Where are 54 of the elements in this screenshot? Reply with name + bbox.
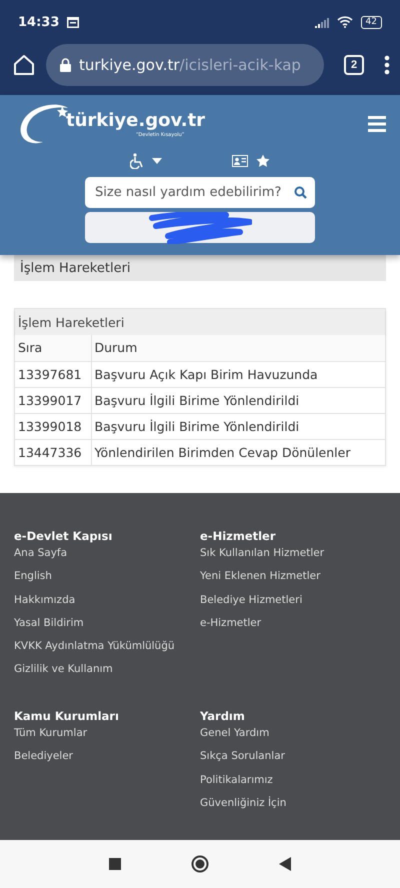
- star-icon[interactable]: [256, 154, 270, 168]
- column-header: Sıra: [15, 335, 91, 361]
- table-cell: Yönlendirilen Birimden Cevap Dönülenler: [91, 439, 385, 465]
- footer-link[interactable]: Yasal Bildirim: [14, 616, 200, 640]
- table-cell: 13447336: [15, 439, 91, 465]
- footer-link[interactable]: Sık Kullanılan Hizmetler: [200, 547, 386, 570]
- panel-title: İşlem Hareketleri: [14, 255, 386, 281]
- lock-icon: [60, 58, 71, 72]
- accessibility-icon[interactable]: [130, 153, 144, 169]
- footer-link[interactable]: Politikalarımız: [200, 774, 386, 797]
- footer-link[interactable]: Gizlilik ve Kullanım: [14, 663, 200, 687]
- footer-link[interactable]: Belediye Hizmetleri: [200, 594, 386, 617]
- calendar-icon: [67, 16, 80, 28]
- battery-indicator: 42: [360, 16, 382, 28]
- footer-link[interactable]: Belediyeler: [14, 750, 200, 774]
- footer-link[interactable]: Hakkımızda: [14, 594, 200, 617]
- footer-link[interactable]: Tüm Kurumlar: [14, 727, 200, 750]
- search-field[interactable]: Size nasıl yardım edebilirim?: [85, 177, 315, 208]
- menu-icon[interactable]: [368, 116, 386, 132]
- footer-link[interactable]: English: [14, 570, 200, 594]
- home-button-icon[interactable]: [191, 855, 209, 873]
- search-icon[interactable]: [294, 186, 307, 199]
- tab-count-button[interactable]: 2: [344, 54, 364, 74]
- footer-link[interactable]: Yeni Eklenen Hizmetler: [200, 570, 386, 594]
- table-cell: Başvuru Açık Kapı Birim Havuzunda: [91, 361, 385, 387]
- footer-link[interactable]: Ana Sayfa: [14, 547, 200, 570]
- signal-icon: [314, 16, 329, 28]
- footer-link[interactable]: Güvenliğiniz İçin: [200, 796, 386, 820]
- column-header: Durum: [91, 335, 385, 361]
- id-card-icon[interactable]: [232, 155, 248, 167]
- clock-time: 14:33: [18, 14, 60, 30]
- footer-heading: e-Devlet Kapısı: [14, 529, 114, 543]
- logo-text[interactable]: türkiye.gov.tr: [66, 110, 206, 130]
- caret-icon[interactable]: [152, 158, 162, 164]
- more-icon[interactable]: [384, 54, 390, 74]
- table-title: İşlem Hareketleri: [15, 309, 385, 335]
- footer-heading: Yardım: [200, 709, 246, 723]
- table-cell: 13399018: [15, 413, 91, 439]
- back-icon[interactable]: [279, 857, 291, 871]
- wifi-icon: [336, 16, 353, 28]
- address-bar[interactable]: turkiye.gov.tr/icisleri-acik-kap: [46, 44, 324, 86]
- footer-link[interactable]: e-Hizmetler: [200, 616, 386, 640]
- footer-link[interactable]: Sıkça Sorulanlar: [200, 750, 386, 774]
- footer-link[interactable]: KVKK Aydınlatma Yükümlülüğü: [14, 640, 200, 664]
- table-cell: 13397681: [15, 361, 91, 387]
- url-text: turkiye.gov.tr/icisleri-acik-kap: [79, 56, 301, 74]
- footer-heading: e-Hizmetler: [200, 529, 277, 543]
- footer-link[interactable]: Genel Yardım: [200, 727, 386, 750]
- footer-heading: Kamu Kurumları: [14, 709, 120, 723]
- home-icon[interactable]: [12, 52, 36, 76]
- table-cell: Başvuru İlgili Birime Yönlendirildi: [91, 387, 385, 413]
- table-cell: 13399017: [15, 387, 91, 413]
- login-button[interactable]: [85, 212, 315, 243]
- table-cell: Başvuru İlgili Birime Yönlendirildi: [91, 413, 385, 439]
